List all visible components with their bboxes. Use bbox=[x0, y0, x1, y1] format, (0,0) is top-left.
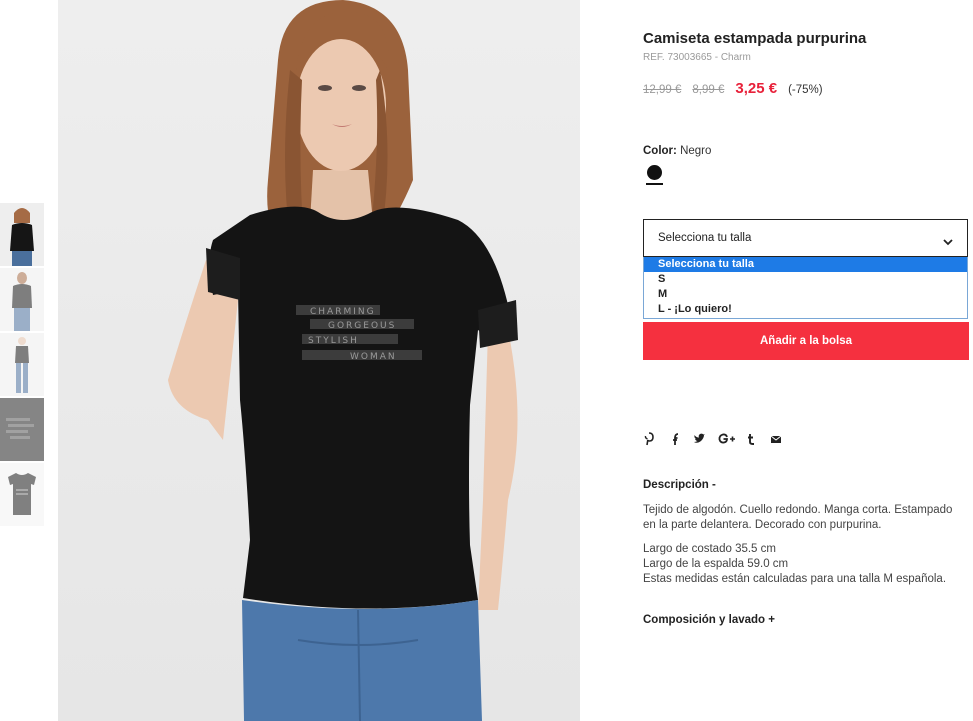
main-product-image: CHARMING GORGEOUS STYLISH WOMAN bbox=[58, 0, 580, 721]
color-swatch-negro[interactable] bbox=[647, 165, 662, 180]
tumblr-icon[interactable] bbox=[745, 432, 757, 446]
print-text-4: WOMAN bbox=[350, 352, 397, 362]
size-option-m[interactable]: M bbox=[644, 287, 967, 302]
selected-swatch-indicator bbox=[646, 183, 663, 185]
thumbnail-2[interactable] bbox=[0, 268, 44, 331]
print-text-3: STYLISH bbox=[308, 336, 359, 346]
previous-price: 8,99 € bbox=[692, 84, 725, 96]
thumbnail-5[interactable] bbox=[0, 463, 44, 526]
product-title: Camiseta estampada purpurina bbox=[643, 30, 867, 47]
add-to-bag-button[interactable]: Añadir a la bolsa bbox=[643, 322, 969, 360]
google-plus-icon[interactable] bbox=[718, 432, 736, 446]
description-line-5: Estas medidas están calculadas para una … bbox=[643, 573, 947, 585]
facebook-icon[interactable] bbox=[668, 432, 680, 446]
size-select-value: Selecciona tu talla bbox=[658, 232, 752, 244]
original-price: 12,99 € bbox=[643, 84, 682, 96]
twitter-icon[interactable] bbox=[693, 432, 705, 446]
print-text-1: CHARMING bbox=[310, 307, 376, 317]
composition-heading[interactable]: Composición y lavado + bbox=[643, 614, 775, 626]
email-icon[interactable] bbox=[770, 432, 782, 446]
size-option-s[interactable]: S bbox=[644, 272, 967, 287]
thumbnail-1[interactable] bbox=[0, 203, 44, 266]
color-value: Negro bbox=[680, 145, 712, 157]
color-label-title: Color: bbox=[643, 145, 677, 157]
price-block: 12,99 € 8,99 € 3,25 € (-75%) bbox=[643, 80, 823, 97]
chevron-down-icon bbox=[943, 233, 953, 251]
size-option-l[interactable]: L - ¡Lo quiero! bbox=[644, 302, 967, 317]
pinterest-icon[interactable] bbox=[643, 432, 655, 446]
print-text-2: GORGEOUS bbox=[328, 321, 396, 331]
description-line-2: en la parte delantera. Decorado con purp… bbox=[643, 519, 882, 531]
description-line-1: Tejido de algodón. Cuello redondo. Manga… bbox=[643, 504, 953, 516]
social-share-bar bbox=[643, 432, 795, 446]
thumbnail-4[interactable] bbox=[0, 398, 44, 461]
thumbnail-strip bbox=[0, 203, 44, 528]
description-heading[interactable]: Descripción - bbox=[643, 479, 716, 491]
description-line-3: Largo de costado 35.5 cm bbox=[643, 543, 776, 555]
sale-price: 3,25 € bbox=[735, 80, 778, 97]
description-line-4: Largo de la espalda 59.0 cm bbox=[643, 558, 789, 570]
size-option-placeholder[interactable]: Selecciona tu talla bbox=[644, 257, 967, 272]
size-dropdown-list: Selecciona tu talla S M L - ¡Lo quiero! bbox=[643, 257, 968, 319]
size-select[interactable]: Selecciona tu talla bbox=[643, 219, 968, 257]
discount-badge: (-75%) bbox=[788, 84, 823, 96]
thumbnail-3[interactable] bbox=[0, 333, 44, 396]
color-label: Color: Negro bbox=[643, 145, 711, 157]
product-reference: REF. 73003665 - Charm bbox=[643, 52, 751, 63]
